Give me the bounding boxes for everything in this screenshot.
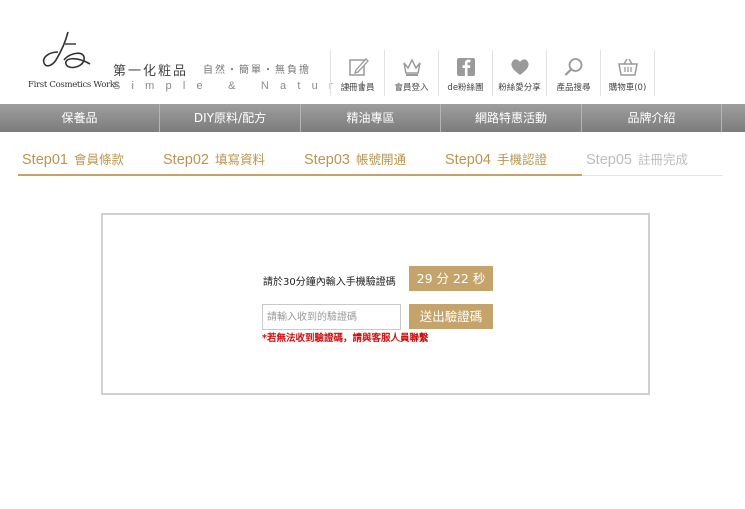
logo-mark-icon [42,31,91,69]
util-label: 產品搜尋 [556,83,591,93]
step-label: 帳號開通 [355,152,406,167]
step-number: Step01 [22,152,68,168]
nav-item-skincare[interactable]: 保養品 [0,104,160,132]
util-login[interactable]: 會員登入 [384,50,438,96]
util-label: 粉絲愛分享 [498,83,541,93]
util-label: 購物車(0) [608,83,647,93]
crown-icon [402,58,421,76]
brand-name: 第一化粧品 [113,64,189,79]
steps-progress-line [18,174,582,176]
search-icon [564,58,582,76]
step-2: Step02 填寫資料 [163,146,265,174]
nav-item-promotions[interactable]: 網路特惠活動 [441,104,582,132]
support-note: *若無法收到驗證碼，請與客服人員聯繫 [262,333,429,344]
utility-nav: 註冊會員 會員登入 de粉絲團 粉絲愛分享 產品搜尋 購物車(0) [330,50,655,96]
nav-item-brand[interactable]: 品牌介紹 [582,104,722,132]
step-number: Step02 [163,152,209,168]
step-label: 會員條款 [73,152,124,167]
util-label: 會員登入 [394,83,429,93]
verification-code-input[interactable] [262,304,401,330]
step-label: 手機認證 [496,152,547,167]
site-logo[interactable]: First Cosmetics Works [28,30,119,92]
util-cart[interactable]: 購物車(0) [600,50,655,96]
step-4: Step04 手機認證 [445,146,547,174]
step-label: 填寫資料 [214,152,265,167]
registration-steps: Step01 會員條款 Step02 填寫資料 Step03 帳號開通 Step04 手… [18,146,723,176]
phone-verify-panel: 請於30分鐘內輸入手機驗證碼 29 分 22 秒 送出驗證碼 *若無法收到驗證碼… [101,213,650,395]
util-share[interactable]: 粉絲愛分享 [492,50,546,96]
step-number: Step03 [304,152,350,168]
step-1: Step01 會員條款 [22,146,124,174]
nav-item-diy[interactable]: DIY原料/配方 [160,104,301,132]
main-nav: 保養品 DIY原料/配方 精油專區 網路特惠活動 品牌介紹 [0,104,745,132]
site-header: First Cosmetics Works 第一化粧品 自然・簡單・無負擔 Si… [0,0,745,104]
facebook-icon [456,58,475,76]
util-register[interactable]: 註冊會員 [330,50,384,96]
step-label: 註冊完成 [637,152,688,167]
edit-icon [348,58,369,76]
brand-slogan-cn: 自然・簡單・無負擔 [203,65,311,76]
step-number: Step05 [586,152,632,168]
step-5: Step05 註冊完成 [586,146,688,174]
nav-filler [722,104,745,132]
util-fanpage[interactable]: de粉絲團 [438,50,492,96]
verify-prompt: 請於30分鐘內輸入手機驗證碼 [263,277,396,288]
util-label: 註冊會員 [340,83,375,93]
cart-icon [617,58,638,76]
step-number: Step04 [445,152,491,168]
steps-remaining-line [582,175,723,176]
util-label: de粉絲團 [447,83,484,93]
heart-icon [510,59,529,75]
nav-item-essential-oil[interactable]: 精油專區 [301,104,441,132]
logo-text: First Cosmetics Works [28,80,119,90]
step-3: Step03 帳號開通 [304,146,406,174]
util-search[interactable]: 產品搜尋 [546,50,600,96]
send-code-button[interactable]: 送出驗證碼 [409,304,493,329]
countdown-timer: 29 分 22 秒 [409,266,493,291]
